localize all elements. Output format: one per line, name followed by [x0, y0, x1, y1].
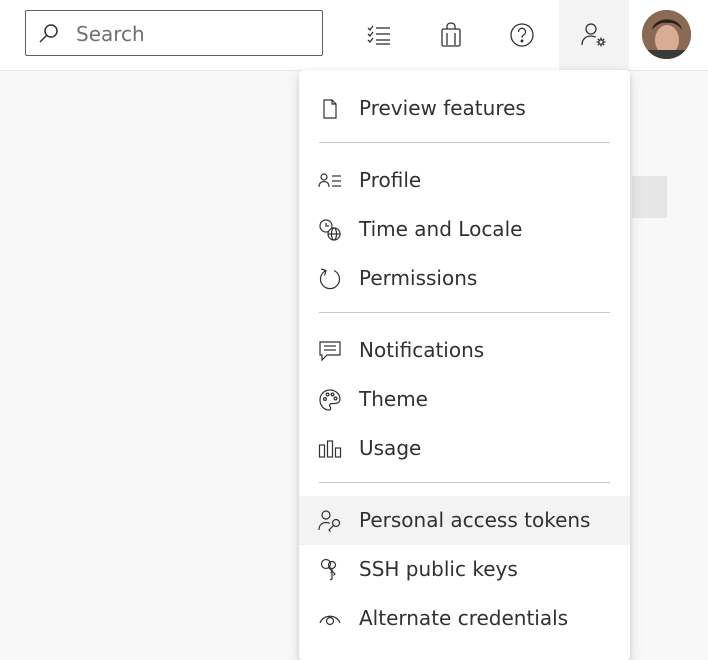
eye-icon: [318, 607, 342, 631]
menu-item-personal-access-tokens[interactable]: Personal access tokens: [299, 496, 630, 545]
menu-item-label: Permissions: [359, 266, 478, 290]
palette-icon: [318, 388, 342, 412]
menu-item-label: Profile: [359, 168, 422, 192]
menu-item-usage[interactable]: Usage: [299, 424, 630, 473]
task-list-button[interactable]: [344, 0, 414, 70]
keys-icon: [318, 558, 342, 582]
message-icon: [318, 339, 342, 363]
menu-item-permissions[interactable]: Permissions: [299, 254, 630, 303]
menu-item-label: Alternate credentials: [359, 606, 569, 630]
menu-item-ssh-public-keys[interactable]: SSH public keys: [299, 545, 630, 594]
menu-item-time-and-locale[interactable]: Time and Locale: [299, 205, 630, 254]
menu-item-theme[interactable]: Theme: [299, 375, 630, 424]
user-settings-button[interactable]: [559, 0, 629, 70]
refresh-icon: [318, 267, 342, 291]
menu-item-label: Theme: [359, 387, 428, 411]
task-list-icon: [366, 24, 392, 46]
search-box[interactable]: [25, 10, 323, 56]
menu-item-label: Notifications: [359, 338, 485, 362]
user-settings-menu: Preview features Profile Time and Locale: [299, 70, 630, 660]
marketplace-button[interactable]: [416, 0, 486, 70]
menu-divider: [319, 482, 610, 483]
menu-item-label: Time and Locale: [359, 217, 523, 241]
menu-divider: [319, 312, 610, 313]
user-settings-icon: [580, 21, 608, 49]
menu-item-label: Personal access tokens: [359, 508, 591, 532]
user-key-icon: [318, 509, 342, 533]
top-bar: [0, 0, 708, 71]
bar-chart-icon: [318, 437, 342, 461]
menu-item-profile[interactable]: Profile: [299, 156, 630, 205]
menu-item-notifications[interactable]: Notifications: [299, 326, 630, 375]
menu-item-label: SSH public keys: [359, 557, 518, 581]
globe-clock-icon: [318, 218, 342, 242]
help-button[interactable]: [487, 0, 557, 70]
menu-item-alternate-credentials[interactable]: Alternate credentials: [299, 594, 630, 643]
menu-item-preview-features[interactable]: Preview features: [299, 84, 630, 133]
help-icon: [509, 22, 535, 48]
background-panel: [632, 176, 667, 218]
search-input[interactable]: [74, 19, 318, 49]
menu-item-label: Usage: [359, 436, 422, 460]
search-icon: [37, 22, 61, 46]
marketplace-bag-icon: [440, 22, 462, 48]
avatar[interactable]: [642, 10, 691, 59]
profile-icon: [318, 169, 342, 193]
page-icon: [318, 97, 342, 121]
menu-divider: [319, 142, 610, 143]
menu-item-label: Preview features: [359, 96, 526, 120]
